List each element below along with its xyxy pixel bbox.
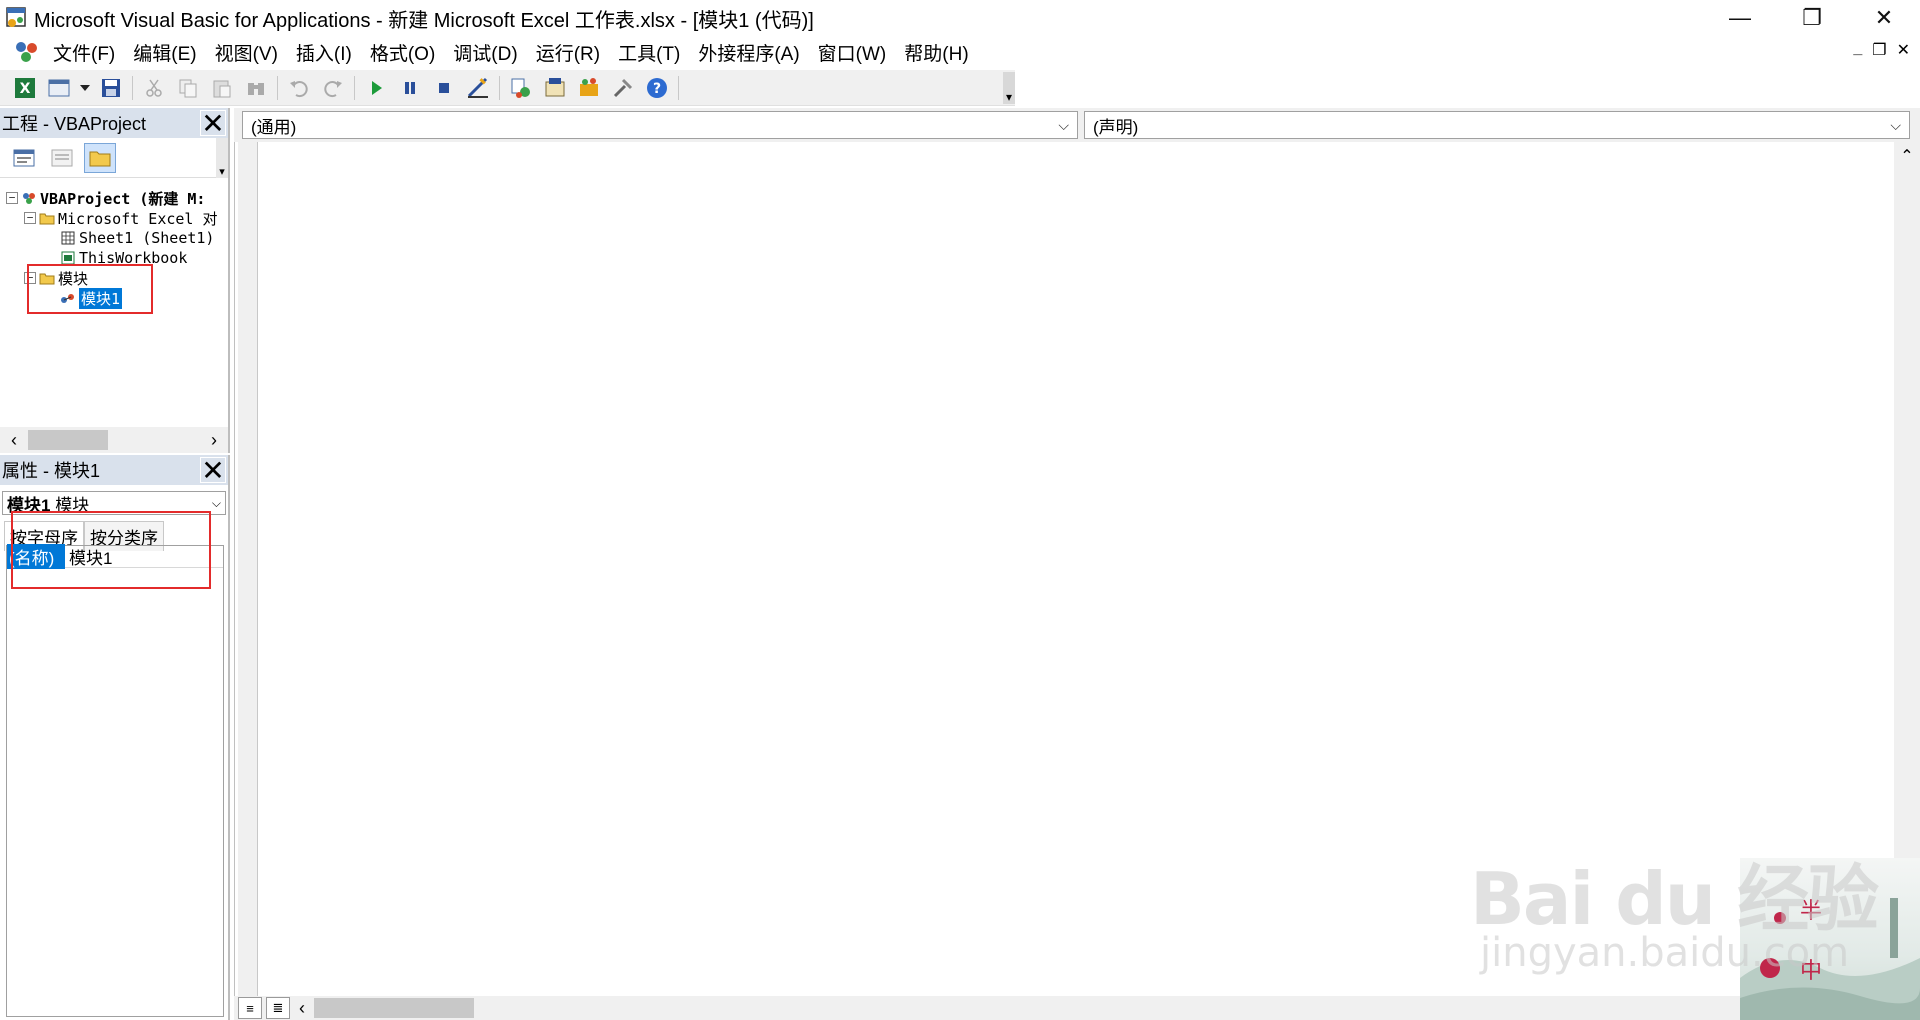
code-editor[interactable] <box>234 142 1894 996</box>
properties-header: 属性 - 模块1 ✕ <box>0 455 228 486</box>
project-toolbar: ▾ <box>0 138 228 178</box>
redo-icon[interactable] <box>318 73 348 103</box>
vbaproject-icon <box>21 191 37 205</box>
svg-text:?: ? <box>653 81 661 97</box>
menu-help[interactable]: 帮助(H) <box>895 39 977 66</box>
paste-icon[interactable] <box>207 73 237 103</box>
save-icon[interactable] <box>96 73 126 103</box>
properties-close-button[interactable]: ✕ <box>200 455 226 486</box>
find-icon[interactable] <box>241 73 271 103</box>
procedure-view-icon[interactable]: ≡ <box>238 997 262 1019</box>
object-browser-icon[interactable] <box>574 73 604 103</box>
tree-node-excel-objects[interactable]: − Microsoft Excel 对 <box>24 208 218 228</box>
annotation-box-module <box>27 264 153 314</box>
dropdown-arrow-icon[interactable] <box>78 73 92 103</box>
object-dropdown-value: (通用) <box>251 117 297 137</box>
menu-window[interactable]: 窗口(W) <box>809 39 896 66</box>
toolbar-separator <box>132 75 133 100</box>
minimize-button[interactable]: — <box>1704 0 1776 36</box>
tree-node-vbaproject[interactable]: − VBAProject (新建 M: <box>6 188 205 208</box>
collapse-icon[interactable]: − <box>24 212 36 224</box>
menu-tools[interactable]: 工具(T) <box>609 39 689 66</box>
tree-label-excel-objects: Microsoft Excel 对 <box>58 209 218 228</box>
break-icon[interactable] <box>395 73 425 103</box>
design-mode-icon[interactable] <box>463 73 493 103</box>
toolbar-separator <box>277 75 278 100</box>
view-object-icon[interactable] <box>46 143 78 173</box>
menu-run[interactable]: 运行(R) <box>527 39 609 66</box>
tree-label-vbaproject: VBAProject (新建 M: <box>40 189 206 208</box>
code-margin-indicator-bar[interactable] <box>238 142 258 996</box>
vba-system-menu-icon[interactable] <box>10 38 44 66</box>
project-explorer-title: 工程 - VBAProject <box>2 114 147 134</box>
tree-node-sheet1[interactable]: Sheet1 (Sheet1) <box>60 228 214 248</box>
menu-edit[interactable]: 编辑(E) <box>124 39 205 66</box>
project-close-button[interactable]: ✕ <box>200 108 226 139</box>
mdi-restore-button[interactable]: ❐ <box>1872 40 1886 60</box>
mdi-close-button[interactable]: ✕ <box>1897 40 1910 60</box>
cut-icon[interactable] <box>139 73 169 103</box>
properties-icon[interactable] <box>540 73 570 103</box>
chevron-down-icon: ⌵ <box>211 495 221 510</box>
properties-grid: (名称) 模块1 <box>6 544 224 1017</box>
view-code-icon[interactable] <box>8 143 40 173</box>
window-title: Microsoft Visual Basic for Applications … <box>34 9 814 32</box>
procedure-dropdown-value: (声明) <box>1093 117 1139 137</box>
scroll-right-icon[interactable]: › <box>200 430 228 451</box>
svg-text:X: X <box>20 81 31 97</box>
object-dropdown[interactable]: (通用) ⌵ <box>242 111 1078 139</box>
worksheet-icon <box>60 231 76 245</box>
menu-addins[interactable]: 外接程序(A) <box>689 39 808 66</box>
chevron-down-icon: ⌵ <box>1890 116 1901 133</box>
menu-debug[interactable]: 调试(D) <box>444 39 526 66</box>
procedure-dropdown[interactable]: (声明) ⌵ <box>1084 111 1910 139</box>
scroll-left-icon[interactable]: ‹ <box>290 998 314 1019</box>
standard-toolbar: X ? ▾ <box>0 70 1015 106</box>
folder-icon <box>39 211 55 225</box>
scroll-thumb[interactable] <box>314 998 474 1018</box>
excel-icon[interactable]: X <box>10 73 40 103</box>
undo-icon[interactable] <box>284 73 314 103</box>
menu-bar: 文件(F) 编辑(E) 视图(V) 插入(I) 格式(O) 调试(D) 运行(R… <box>0 36 1920 68</box>
vba-app-icon <box>4 5 30 31</box>
insert-userform-icon[interactable] <box>44 73 74 103</box>
chevron-down-icon: ⌵ <box>1058 116 1069 133</box>
close-button[interactable]: ✕ <box>1848 0 1920 36</box>
toolbar-separator <box>354 75 355 100</box>
annotation-box-name-property <box>11 511 211 589</box>
code-horizontal-scrollbar[interactable]: ≡ ≣ ‹ <box>234 996 1920 1020</box>
scroll-left-icon[interactable]: ‹ <box>0 430 28 451</box>
toolbox-icon[interactable] <box>608 73 638 103</box>
menu-view[interactable]: 视图(V) <box>206 39 287 66</box>
restore-button[interactable]: ❐ <box>1776 0 1848 36</box>
project-horizontal-scrollbar[interactable]: ‹ › <box>0 427 228 453</box>
project-explorer-icon[interactable] <box>506 73 536 103</box>
mdi-minimize-button[interactable]: _ <box>1853 40 1862 60</box>
title-bar: Microsoft Visual Basic for Applications … <box>0 0 1920 36</box>
code-window: (通用) ⌵ (声明) ⌵ ⌃ ≡ ≣ ‹ <box>234 108 1920 1020</box>
menu-insert[interactable]: 插入(I) <box>287 39 361 66</box>
workbook-icon <box>60 251 76 265</box>
menu-format[interactable]: 格式(O) <box>361 39 444 66</box>
copy-icon[interactable] <box>173 73 203 103</box>
full-module-view-icon[interactable]: ≣ <box>266 997 290 1019</box>
toolbar-options-icon[interactable]: ▾ <box>1003 71 1015 104</box>
toolbar-separator <box>678 75 679 100</box>
properties-title: 属性 - 模块1 <box>2 461 101 481</box>
project-explorer-header: 工程 - VBAProject ✕ <box>0 108 228 139</box>
scroll-thumb[interactable] <box>28 430 108 450</box>
help-icon[interactable]: ? <box>642 73 672 103</box>
menu-file[interactable]: 文件(F) <box>44 39 124 66</box>
toggle-folders-icon[interactable] <box>84 142 116 173</box>
scroll-up-icon[interactable]: ⌃ <box>1894 142 1920 166</box>
tree-label-sheet1: Sheet1 (Sheet1) <box>79 229 215 247</box>
project-toolbar-scroll-icon[interactable]: ▾ <box>216 138 228 178</box>
reset-icon[interactable] <box>429 73 459 103</box>
collapse-icon[interactable]: − <box>6 192 18 204</box>
code-vertical-scrollbar[interactable]: ⌃ <box>1894 142 1920 996</box>
toolbar-separator <box>499 75 500 100</box>
run-icon[interactable] <box>361 73 391 103</box>
